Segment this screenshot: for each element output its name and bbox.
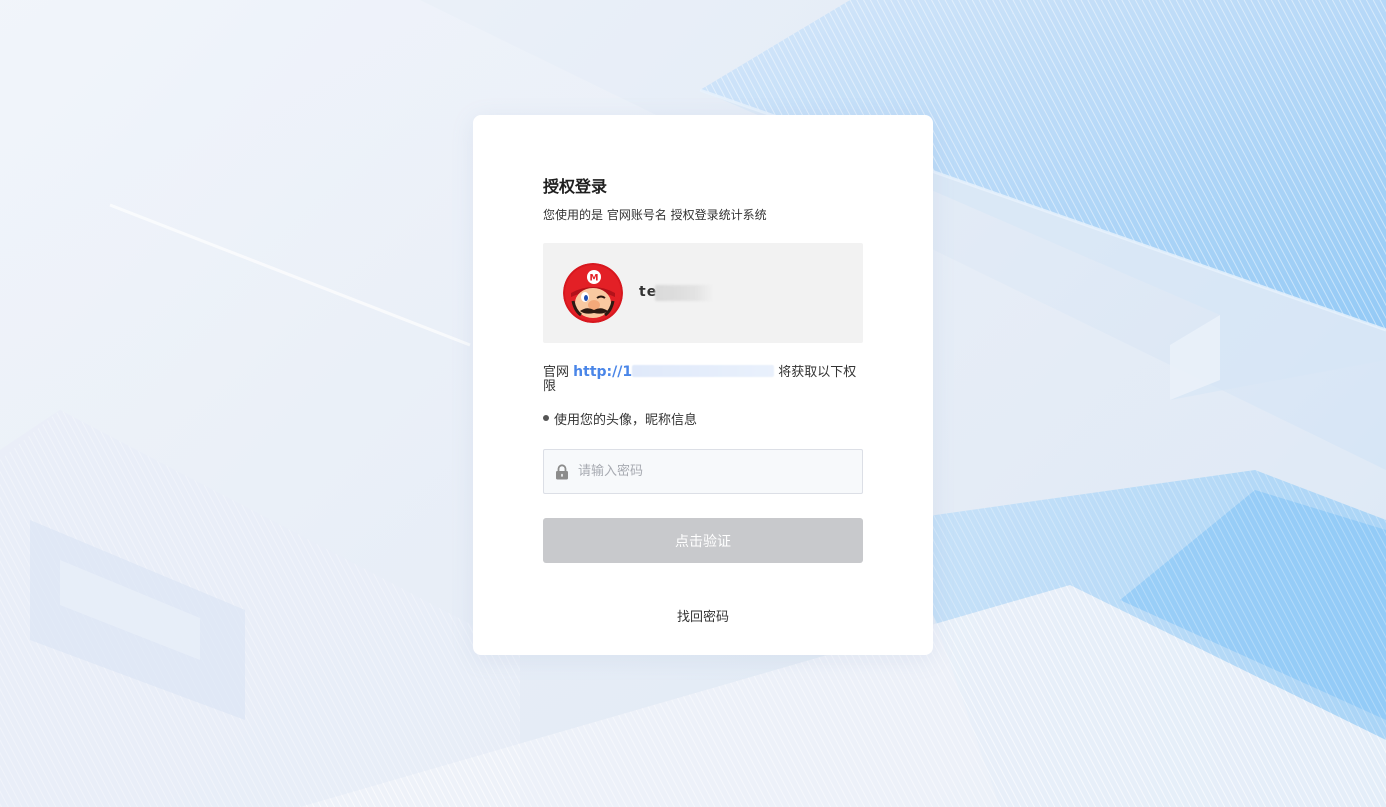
verify-button[interactable]: 点击验证 (543, 518, 863, 563)
page-subtitle: 您使用的是 官网账号名 授权登录统计系统 (543, 208, 767, 222)
link-redacted (632, 365, 775, 377)
recover-password-link[interactable]: 找回密码 (543, 606, 863, 625)
bullet-icon (543, 415, 549, 421)
lock-icon (556, 464, 568, 480)
permission-item-label: 使用您的头像，昵称信息 (554, 413, 698, 428)
permission-prefix: 官网 (543, 365, 570, 380)
auth-login-card: 授权登录 您使用的是 官网账号名 授权登录统计系统 M te 官网 http:/… (473, 115, 933, 655)
user-info-box: M te (543, 243, 863, 343)
username-redacted (655, 285, 713, 301)
password-field[interactable] (543, 449, 863, 494)
permission-item: 使用您的头像，昵称信息 (543, 409, 697, 428)
svg-text:M: M (590, 274, 599, 284)
permission-statement: 官网 http://1 将获取以下权限 (543, 365, 863, 394)
password-input[interactable] (578, 450, 858, 493)
permission-site-link[interactable]: http://1 (573, 364, 632, 380)
mario-avatar-icon: M (563, 263, 623, 323)
page-title: 授权登录 (543, 177, 608, 196)
